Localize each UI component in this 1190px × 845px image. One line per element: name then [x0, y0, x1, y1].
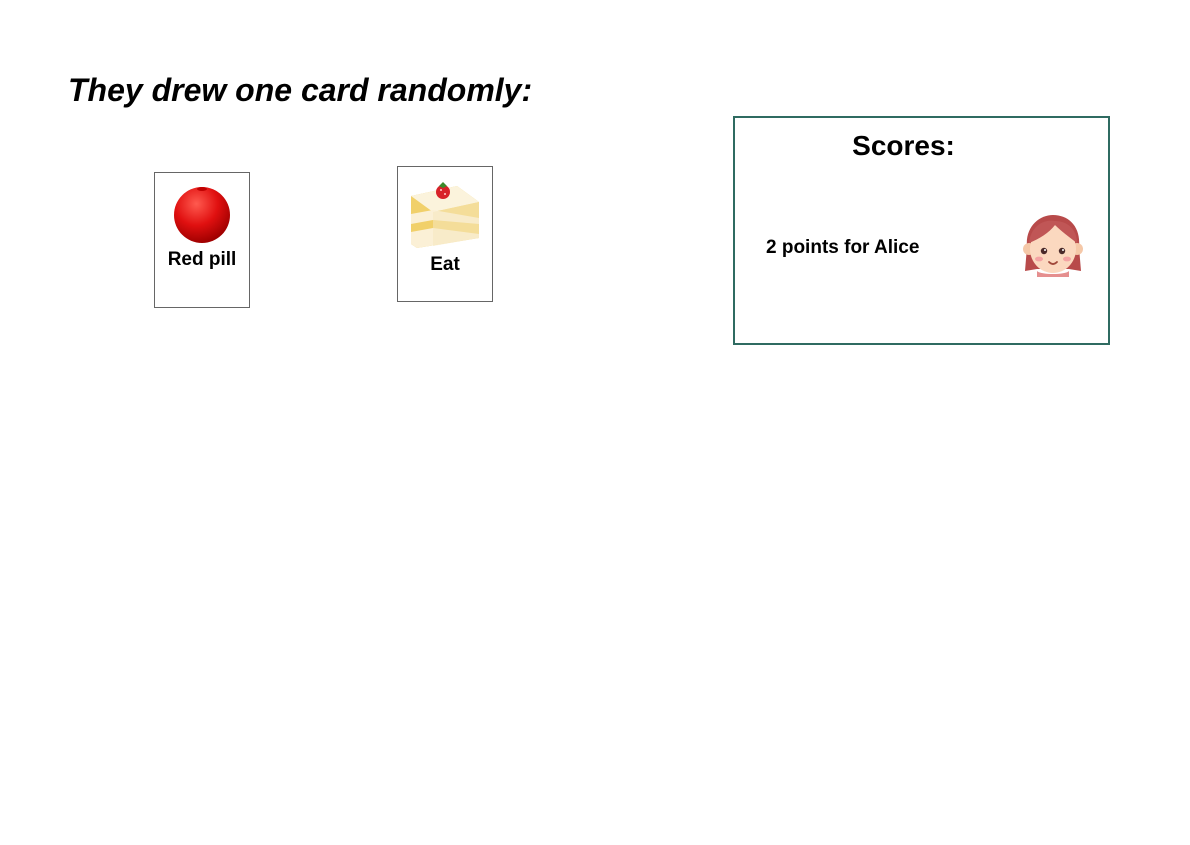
scores-panel: Scores: 2 points for Alice: [733, 116, 1110, 345]
card-label-eat: Eat: [430, 254, 460, 275]
card-eat: Eat: [397, 166, 493, 302]
scores-title: Scores:: [852, 130, 955, 161]
score-line-alice: 2 points for Alice: [766, 237, 920, 258]
red-circle-icon: [174, 187, 230, 243]
shortcake-icon: [411, 182, 479, 248]
page-heading: They drew one card randomly:: [68, 72, 533, 108]
card-red-pill: Red pill: [154, 172, 250, 308]
girl-avatar-icon: [1023, 215, 1083, 277]
card-label-red-pill: Red pill: [167, 249, 237, 270]
